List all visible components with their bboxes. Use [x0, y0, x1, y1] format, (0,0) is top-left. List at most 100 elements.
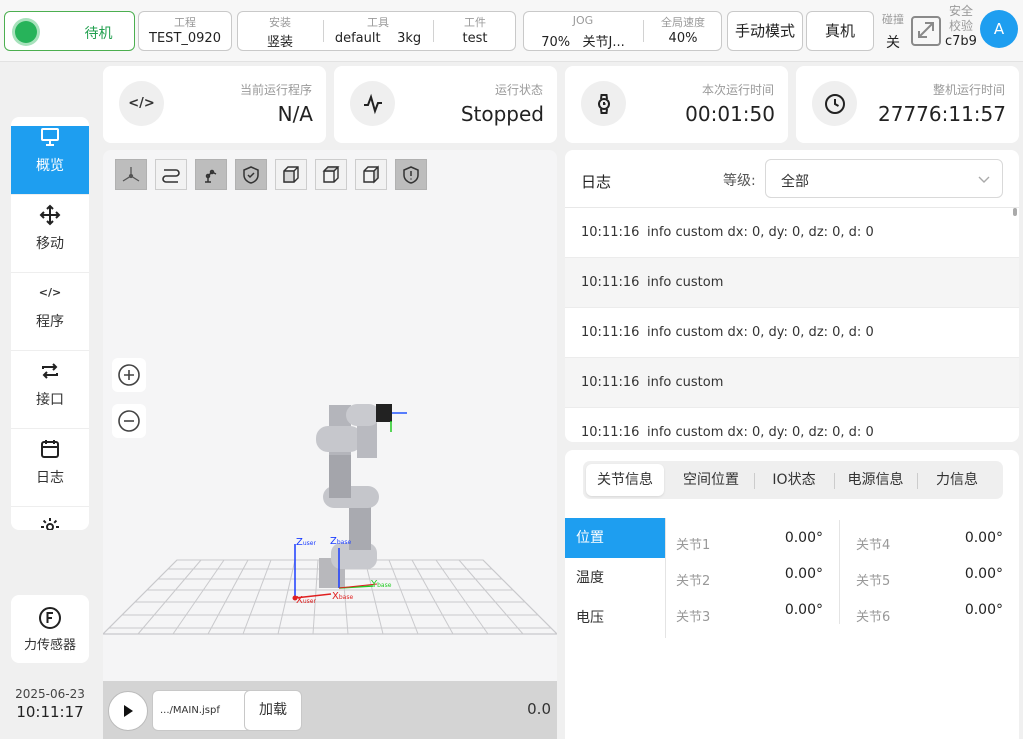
stat-label: 本次运行时间: [701, 83, 774, 97]
workpiece-label: 工件: [464, 16, 486, 29]
zoom-in-button[interactable]: [112, 358, 146, 392]
calendar-icon: [11, 438, 89, 460]
stat-label: 整机运行时间: [932, 83, 1005, 97]
move-icon: [11, 204, 89, 226]
monitor-icon: [11, 126, 89, 148]
nav-item-interface[interactable]: 接口: [11, 360, 89, 429]
fullscreen-icon[interactable]: [910, 15, 942, 47]
joint-name: 关节4: [856, 538, 891, 553]
user-avatar[interactable]: A: [980, 10, 1018, 48]
safety-shield-view-button[interactable]: [235, 159, 267, 190]
tab-io-status[interactable]: IO状态: [755, 464, 833, 496]
joint-name: 关节3: [676, 610, 711, 625]
robot-view-button[interactable]: [195, 159, 227, 190]
jog-speed-group: JOG 70% 关节J... 全局速度 40%: [523, 11, 722, 51]
log-level-value: 全部: [781, 174, 809, 190]
repeat-icon: [11, 360, 89, 382]
joint-3-readout: 关节3 0.00°: [676, 596, 823, 632]
log-message: info custom dx: 0, dy: 0, dz: 0, d: 0: [647, 325, 874, 340]
subnav-position[interactable]: 位置: [565, 518, 665, 558]
path-icon: [162, 168, 180, 183]
tool-selector[interactable]: 工具 default 3kg: [324, 12, 432, 50]
nav-label-program: 程序: [36, 314, 64, 330]
chevron-down-icon: [978, 176, 990, 183]
joint-5-readout: 关节5 0.00°: [856, 560, 1003, 596]
stat-card-total-runtime: 整机运行时间 27776:11:57: [796, 66, 1019, 143]
tab-force-info[interactable]: 力信息: [918, 464, 996, 496]
zoom-in-icon: [118, 364, 140, 386]
log-level-select[interactable]: 全部: [765, 159, 1003, 198]
safety-checksum[interactable]: 安全 校验 c7b9: [942, 4, 980, 58]
code-icon: </>: [119, 81, 164, 126]
cube-top-icon: [322, 165, 340, 183]
log-row: 10:11:16 info custom dx: 0, dy: 0, dz: 0…: [565, 308, 1019, 358]
jog-selector[interactable]: JOG 70% 关节J...: [524, 12, 642, 50]
play-icon: [124, 705, 133, 717]
joint-value: 0.00°: [784, 530, 823, 546]
zoom-out-icon: [118, 410, 140, 432]
robot-arm-icon: [205, 169, 217, 183]
watch-icon: [581, 81, 626, 126]
nav-item-settings[interactable]: 设置: [11, 516, 89, 530]
stat-label: 运行状态: [494, 83, 543, 97]
joint-1-readout: 关节1 0.00°: [676, 524, 823, 560]
install-tool-workpiece-group: 安装 竖装 工具 default 3kg 工件 test: [237, 11, 516, 51]
nav-item-log[interactable]: 日志: [11, 438, 89, 507]
info-tabs: 关节信息 空间位置 IO状态 电源信息 力信息: [583, 461, 1003, 499]
manual-mode-button[interactable]: 手动模式: [727, 11, 803, 51]
z-user-axis-label: Zuser: [296, 537, 316, 548]
safety-label-2: 校验: [948, 19, 973, 33]
tab-joint-info[interactable]: 关节信息: [586, 464, 664, 496]
tab-space-position[interactable]: 空间位置: [669, 464, 753, 496]
log-panel: 日志 等级: 全部 10:11:16 info custom dx: 0, dy…: [565, 150, 1019, 442]
log-header: 日志 等级: 全部: [565, 150, 1019, 208]
project-value: TEST_0920: [149, 31, 221, 46]
subnav-voltage[interactable]: 电压: [565, 598, 665, 638]
play-button[interactable]: [108, 691, 148, 731]
joint-value: 0.00°: [784, 566, 823, 582]
workpiece-selector[interactable]: 工件 test: [434, 12, 516, 50]
nav-item-overview[interactable]: 概览: [11, 126, 89, 195]
load-program-button[interactable]: 加载: [244, 690, 302, 731]
global-speed-selector[interactable]: 全局速度 40%: [644, 12, 722, 50]
nav-item-move[interactable]: 移动: [11, 204, 89, 273]
joint-value: 0.00°: [784, 602, 823, 618]
cube-view-side-button[interactable]: [355, 159, 387, 190]
stat-card-session-runtime: 本次运行时间 00:01:50: [565, 66, 788, 143]
install-selector[interactable]: 安装 竖装: [238, 12, 322, 50]
tab-power-info[interactable]: 电源信息: [835, 464, 916, 496]
project-selector[interactable]: 工程 TEST_0920: [138, 11, 232, 51]
force-sensor-button[interactable]: 力传感器: [11, 595, 89, 663]
f-circle-icon: [11, 606, 89, 630]
jog-mode: 关节J...: [582, 35, 625, 50]
zoom-out-button[interactable]: [112, 404, 146, 438]
install-label: 安装: [269, 16, 291, 29]
shield-alert-icon: [403, 165, 419, 184]
joint-2-readout: 关节2 0.00°: [676, 560, 823, 596]
collision-label: 碰撞: [882, 13, 904, 26]
global-speed-label: 全局速度: [661, 16, 705, 29]
program-file-field[interactable]: .../MAIN.jspf: [152, 690, 256, 731]
safety-warning-view-button[interactable]: [395, 159, 427, 190]
path-view-button[interactable]: [155, 159, 187, 190]
side-navigation: 概览 移动 </> 程序 接口 日志 设置: [11, 117, 89, 530]
clock-icon: [812, 81, 857, 126]
robot-status-toggle[interactable]: 待机: [4, 11, 135, 51]
joint-value: 0.00°: [964, 530, 1003, 546]
collision-value: 关: [886, 35, 900, 51]
real-robot-button[interactable]: 真机: [806, 11, 874, 51]
stat-value: 27776:11:57: [878, 102, 1006, 126]
collision-status[interactable]: 碰撞 关: [879, 11, 907, 53]
nav-item-program[interactable]: </> 程序: [11, 282, 89, 351]
subnav-temperature[interactable]: 温度: [565, 558, 665, 598]
robot-status-text: 待机: [84, 26, 113, 42]
safety-label-1: 安全: [948, 4, 973, 18]
cube-view-front-button[interactable]: [275, 159, 307, 190]
cube-view-top-button[interactable]: [315, 159, 347, 190]
robot-3d-viewport[interactable]: Zuser Zbase Xuser Xbase Ybase .../MAIN.j…: [103, 150, 557, 739]
jog-value: 70% 关节J...: [524, 31, 642, 50]
axes-view-button[interactable]: [115, 159, 147, 190]
robot-scene: Zuser Zbase Xuser Xbase Ybase: [103, 404, 557, 635]
joint-name: 关节6: [856, 610, 891, 625]
y-base-axis-label: Ybase: [370, 579, 392, 590]
